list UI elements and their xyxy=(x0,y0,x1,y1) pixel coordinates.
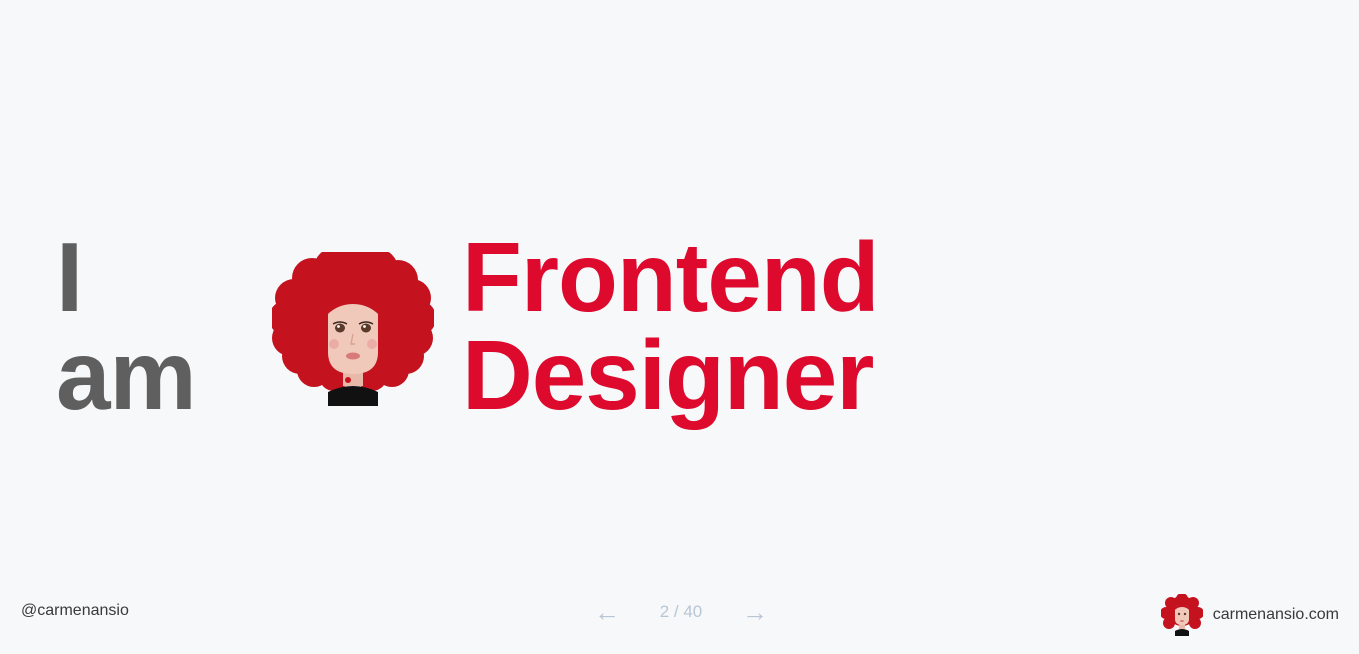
intro-line-2: am xyxy=(56,320,197,430)
site-link-group[interactable]: carmenansio.com xyxy=(1160,594,1339,636)
page-counter: 2 / 40 xyxy=(659,602,703,621)
avatar-icon xyxy=(1160,594,1203,636)
role-line-1: Frontend xyxy=(462,222,880,332)
twitter-handle[interactable]: @carmenansio xyxy=(21,602,129,620)
intro-text: I am xyxy=(56,222,197,430)
intro-line-1: I xyxy=(56,222,83,332)
site-link[interactable]: carmenansio.com xyxy=(1213,606,1339,624)
role-text: Frontend Designer xyxy=(462,222,880,430)
slide: I am Frontend Designer @carmenansio ← 2 … xyxy=(0,0,1359,654)
arrow-left-icon[interactable]: ← xyxy=(594,599,620,625)
avatar-illustration xyxy=(272,252,434,406)
role-line-2: Designer xyxy=(462,320,874,430)
arrow-right-icon[interactable]: → xyxy=(742,599,768,625)
slide-pager: ← 2 / 40 → xyxy=(594,598,768,626)
